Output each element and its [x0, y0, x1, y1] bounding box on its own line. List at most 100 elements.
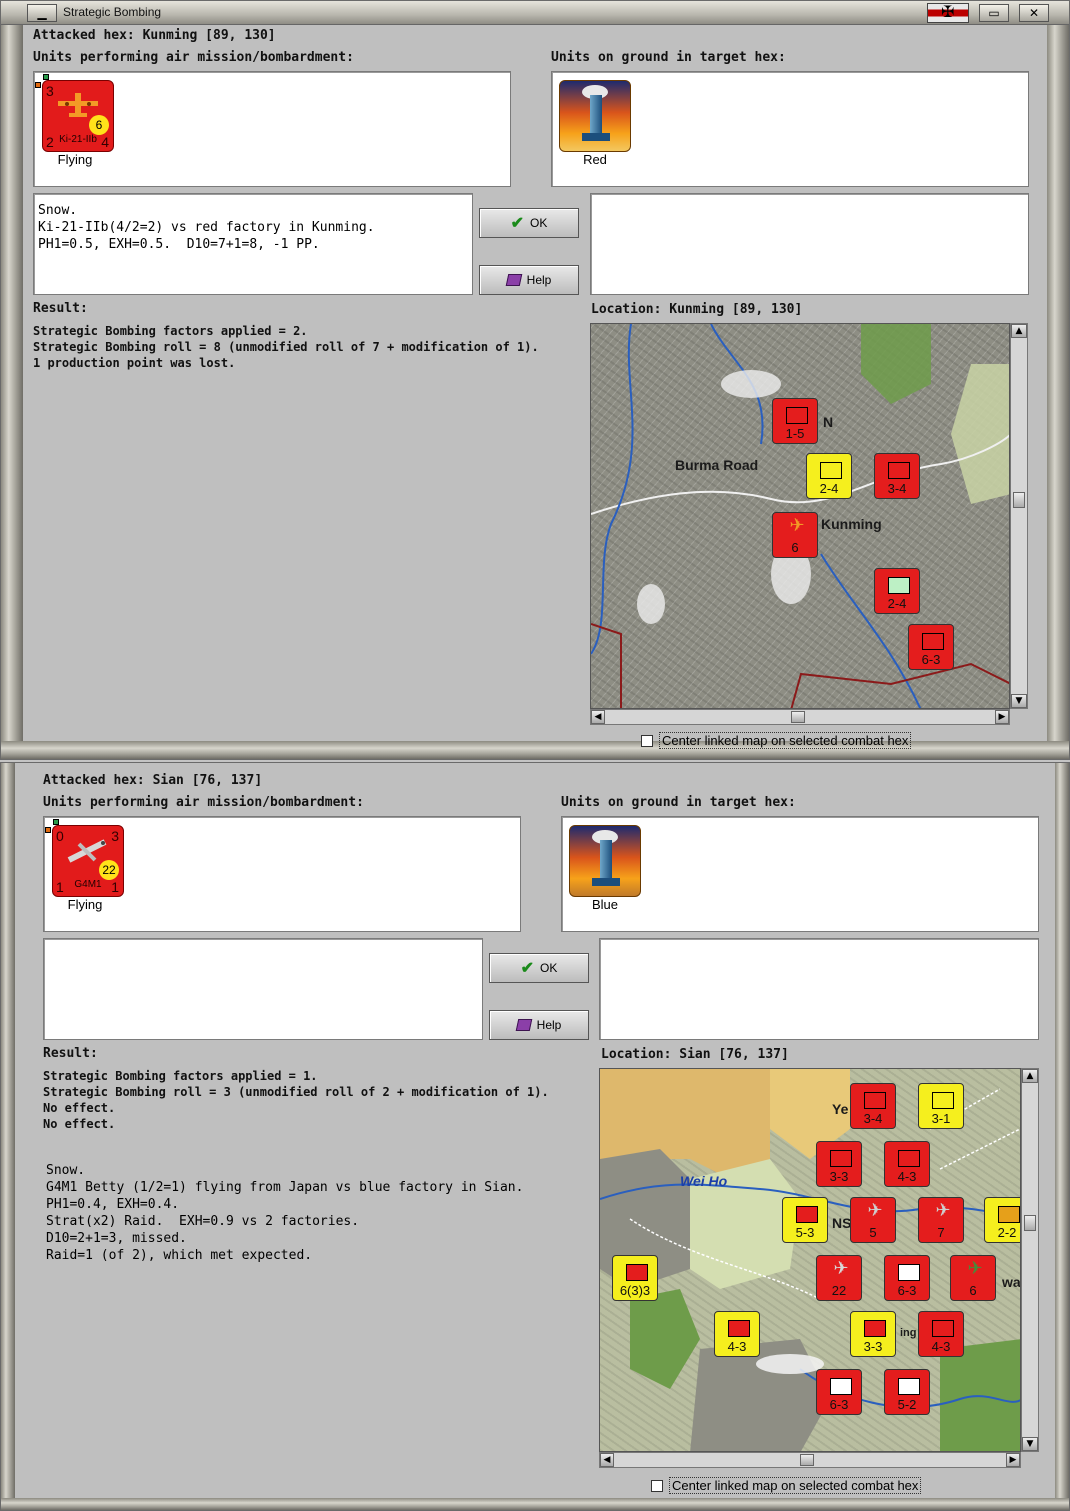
ground-units-box: Red	[551, 71, 1029, 187]
scroll-thumb[interactable]	[1024, 1215, 1036, 1231]
map-counter[interactable]: ✈ 6	[772, 512, 818, 558]
help-button[interactable]: Help	[489, 1010, 589, 1040]
air-units-box: 3 6 2 4 Ki-21-IIb Flying	[33, 71, 511, 187]
map-counter[interactable]: 3-3	[816, 1141, 862, 1187]
secondary-message-box	[590, 193, 1029, 295]
map-counter[interactable]: 3-3	[850, 1311, 896, 1357]
factory-icon[interactable]	[559, 80, 631, 152]
title-bar[interactable]: ▁ Strategic Bombing ▭ ✕	[1, 1, 1069, 25]
map-counter[interactable]: 3-4	[850, 1083, 896, 1129]
map-counter[interactable]: 2-4	[806, 453, 852, 499]
unit-name: G4M1	[74, 879, 102, 890]
counter-value: 6	[969, 1283, 977, 1298]
air-unit-status: Flying	[67, 897, 103, 912]
map-counter[interactable]: 6(3)3	[612, 1255, 658, 1301]
ok-button[interactable]: ✔ OK	[479, 208, 579, 238]
unit-range-value: 22	[99, 860, 119, 880]
map-counter[interactable]: ✈ 5	[850, 1197, 896, 1243]
location-label: Location: Kunming [89, 130]	[591, 302, 803, 317]
counter-value: 6	[791, 540, 799, 555]
result-label: Result:	[43, 1046, 98, 1061]
checkbox-icon[interactable]	[651, 1479, 663, 1492]
counter-value: 22	[831, 1283, 847, 1298]
map-counter[interactable]: 6-3	[884, 1255, 930, 1301]
result-text: Strategic Bombing factors applied = 2. S…	[33, 324, 539, 370]
map-counter[interactable]: 4-3	[884, 1141, 930, 1187]
ok-button[interactable]: ✔ OK	[489, 953, 589, 983]
scroll-thumb[interactable]	[800, 1454, 814, 1466]
scroll-right-arrow-icon[interactable]: ▶	[995, 710, 1009, 724]
message-box: Snow. Ki-21-IIb(4/2=2) vs red factory in…	[33, 193, 473, 295]
map-counter[interactable]: 5-2	[884, 1369, 930, 1415]
map-horizontal-scrollbar[interactable]: ◀ ▶	[590, 709, 1010, 725]
map-counter[interactable]: 1-5	[772, 398, 818, 444]
strategic-bombing-window-1: ▁ Strategic Bombing ▭ ✕ Attacked hex: Ku…	[0, 0, 1070, 760]
map-counter[interactable]: 2-4	[874, 568, 920, 614]
map-vertical-scrollbar[interactable]: ▲ ▼	[1021, 1068, 1039, 1452]
location-map[interactable]: Wei Ho Ye NS wa ing 3-4 3-1 3-3 4-3 5-3 …	[599, 1068, 1021, 1452]
map-counter[interactable]: 6-3	[908, 624, 954, 670]
scroll-down-arrow-icon[interactable]: ▼	[1011, 694, 1027, 708]
close-button[interactable]: ✕	[1019, 4, 1049, 22]
counter-value: 6-3	[897, 1283, 917, 1298]
center-map-checkbox[interactable]: Center linked map on selected combat hex	[651, 1477, 922, 1494]
map-label-partial: Ye	[832, 1101, 849, 1117]
scroll-up-arrow-icon[interactable]: ▲	[1022, 1069, 1038, 1083]
scroll-thumb[interactable]	[791, 711, 805, 723]
map-counter[interactable]: ✈ 6	[950, 1255, 996, 1301]
map-label-partial: NS	[832, 1215, 852, 1231]
minimize-button[interactable]: ▁	[27, 4, 57, 22]
restore-button[interactable]: ▭	[979, 4, 1009, 22]
air-unit-counter[interactable]: 3 6 2 4 Ki-21-IIb	[42, 80, 114, 152]
counter-value: 6-3	[921, 652, 941, 667]
air-unit-counter[interactable]: 0 3 22 1 1 G4M1	[52, 825, 124, 897]
ok-button-label: OK	[540, 961, 558, 975]
counter-value: 4-3	[727, 1339, 747, 1354]
checkbox-label: Center linked map on selected combat hex	[669, 1477, 922, 1494]
scroll-up-arrow-icon[interactable]: ▲	[1011, 324, 1027, 338]
map-vertical-scrollbar[interactable]: ▲ ▼	[1010, 323, 1028, 709]
counter-value: 3-4	[887, 481, 907, 496]
attacked-hex-label: Attacked hex: Kunming [89, 130]	[33, 28, 276, 43]
secondary-message-box	[599, 938, 1039, 1040]
map-counter[interactable]: 4-3	[918, 1311, 964, 1357]
map-counter[interactable]: ✈ 22	[816, 1255, 862, 1301]
help-button[interactable]: Help	[479, 265, 579, 295]
ground-units-box: Blue	[561, 816, 1039, 932]
book-icon	[505, 274, 522, 286]
target-caption: Blue	[591, 897, 619, 912]
unit-top-left-value: 3	[46, 83, 54, 99]
window-frame-left	[1, 763, 15, 1510]
map-counter[interactable]: 2-2	[984, 1197, 1020, 1243]
unit-top-right-value: 3	[111, 828, 119, 844]
counter-value: 1-5	[785, 426, 805, 441]
map-counter[interactable]: 4-3	[714, 1311, 760, 1357]
map-counter[interactable]: 3-1	[918, 1083, 964, 1129]
counter-value: 4-3	[897, 1169, 917, 1184]
result-detail-text: Snow. G4M1 Betty (1/2=1) flying from Jap…	[46, 1163, 524, 1263]
air-unit-status: Flying	[57, 152, 93, 167]
scroll-left-arrow-icon[interactable]: ◀	[591, 710, 605, 724]
ok-button-label: OK	[530, 216, 548, 230]
checkbox-icon[interactable]	[641, 734, 653, 747]
unit-name: Ki-21-IIb	[59, 134, 97, 145]
map-counter[interactable]: 3-4	[874, 453, 920, 499]
map-horizontal-scrollbar[interactable]: ◀ ▶	[599, 1452, 1021, 1468]
map-label-partial: wa	[1002, 1274, 1021, 1290]
counter-value: 3-3	[863, 1339, 883, 1354]
location-label: Location: Sian [76, 137]	[601, 1047, 789, 1062]
scroll-left-arrow-icon[interactable]: ◀	[600, 1453, 614, 1467]
german-flag-icon	[927, 2, 969, 23]
factory-icon[interactable]	[569, 825, 641, 897]
counter-value: 6-3	[829, 1397, 849, 1412]
center-map-checkbox[interactable]: Center linked map on selected combat hex	[641, 732, 912, 749]
window-frame-bottom	[1, 1498, 1069, 1510]
scroll-thumb[interactable]	[1013, 492, 1025, 508]
map-counter[interactable]: 5-3	[782, 1197, 828, 1243]
scroll-down-arrow-icon[interactable]: ▼	[1022, 1437, 1038, 1451]
map-counter[interactable]: 6-3	[816, 1369, 862, 1415]
scroll-right-arrow-icon[interactable]: ▶	[1006, 1453, 1020, 1467]
map-counter[interactable]: ✈ 7	[918, 1197, 964, 1243]
status-marker-icon	[45, 827, 51, 833]
location-map[interactable]: Burma Road Kunming N 1-5 2-4 3-4 ✈ 6 2-4 …	[590, 323, 1010, 709]
